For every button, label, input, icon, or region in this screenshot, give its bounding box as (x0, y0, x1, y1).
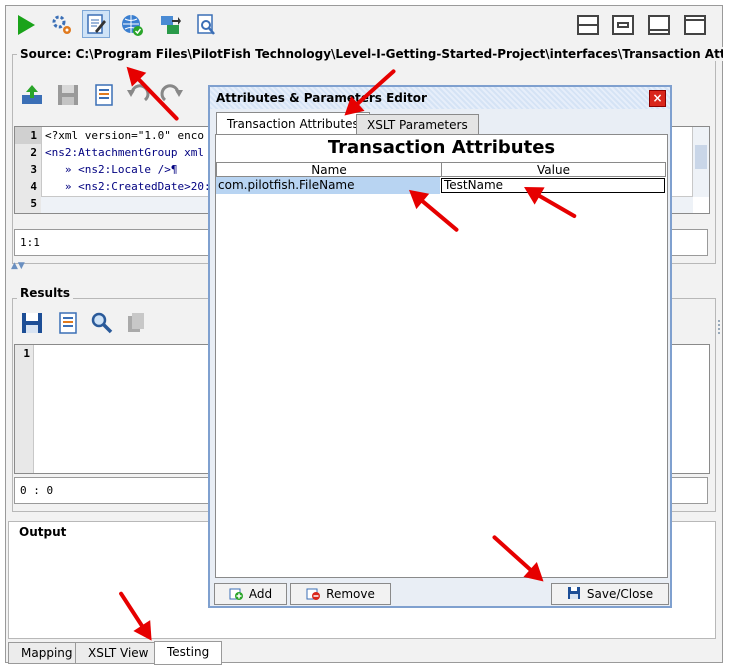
source-line-number: 5 (30, 197, 37, 210)
attributes-editor-button[interactable] (82, 10, 110, 38)
run-icon[interactable] (12, 11, 40, 39)
results-document-icon[interactable] (56, 311, 80, 338)
add-button-label: Add (248, 587, 273, 601)
dialog-title: Attributes & Parameters Editor (210, 87, 670, 109)
document-list-icon[interactable] (92, 83, 116, 110)
results-search-icon[interactable] (90, 311, 114, 338)
table-row[interactable]: com.pilotfish.FileName TestName (216, 177, 666, 194)
tab-testing[interactable]: Testing (154, 641, 223, 665)
attributes-heading: Transaction Attributes (327, 137, 556, 158)
save-icon (567, 586, 581, 603)
import-icon[interactable] (20, 83, 44, 110)
layout-top-bar-icon[interactable] (684, 15, 706, 35)
column-header-name[interactable]: Name (216, 162, 442, 177)
source-code-line: <ns2:AttachmentGroup xml (45, 146, 204, 159)
tab-mapping[interactable]: Mapping (8, 642, 86, 664)
tab-xslt-view[interactable]: XSLT View (75, 642, 162, 664)
source-code-line: » <ns2:Locale />¶ (45, 163, 178, 176)
results-toolbar (18, 308, 158, 338)
source-line-number: 3 (30, 163, 37, 176)
layout-split-horizontal-icon[interactable] (577, 15, 599, 35)
results-line-number: 1 (23, 347, 30, 360)
source-vertical-scrollbar[interactable] (692, 127, 709, 197)
save-close-button[interactable]: Save/Close (551, 583, 669, 605)
results-label: Results (17, 286, 74, 300)
layout-bottom-bar-icon[interactable] (648, 15, 670, 35)
remove-button[interactable]: Remove (290, 583, 391, 605)
attribute-value-input[interactable]: TestName (441, 178, 665, 193)
source-code-line: <?xml version="1.0" enco (45, 129, 204, 142)
settings-gears-icon[interactable] (48, 11, 76, 39)
save-close-button-label: Save/Close (586, 587, 654, 601)
remove-icon (306, 586, 321, 603)
results-save-icon[interactable] (20, 311, 44, 338)
globe-check-icon[interactable] (118, 11, 146, 39)
source-line-number: 2 (30, 146, 37, 159)
add-button[interactable]: Add (214, 583, 287, 605)
attributes-parameters-dialog: Attributes & Parameters Editor × Transac… (208, 85, 672, 608)
right-edge-grip[interactable] (718, 320, 724, 334)
source-code-line: » <ns2:CreatedDate>20: (45, 180, 211, 193)
source-line-number: 4 (30, 180, 37, 193)
transfer-icon[interactable] (156, 11, 184, 39)
results-line-gutter: 1 (15, 345, 34, 473)
output-label: Output (16, 525, 70, 539)
tab-xslt-parameters[interactable]: XSLT Parameters (356, 114, 479, 134)
layout-split-top-icon[interactable] (612, 15, 634, 35)
source-path-label: Source: C:\Program Files\PilotFish Techn… (17, 47, 723, 61)
column-header-value[interactable]: Value (441, 162, 666, 177)
remove-button-label: Remove (326, 587, 375, 601)
splitter-handle-icon[interactable]: ▲▼ (11, 262, 25, 271)
attributes-table-area (215, 134, 668, 578)
save-icon[interactable] (56, 83, 80, 110)
source-toolbar (18, 80, 208, 110)
source-line-gutter: 1 2 3 4 5 (15, 127, 42, 213)
add-icon (229, 586, 243, 603)
results-copy-icon[interactable] (124, 311, 148, 338)
document-search-icon[interactable] (192, 11, 220, 39)
close-icon[interactable]: × (649, 90, 666, 107)
source-line-number: 1 (15, 127, 41, 144)
